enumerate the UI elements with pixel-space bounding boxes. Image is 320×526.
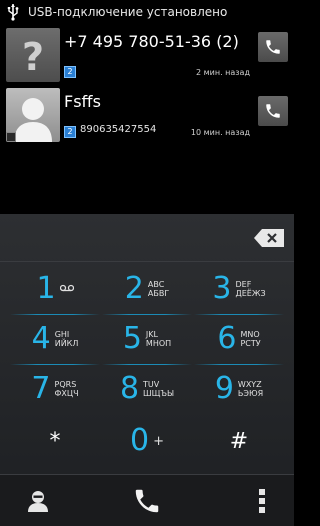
dial-key-7[interactable]: 7 PQRS ФХЦЧ <box>10 366 100 412</box>
overflow-menu-icon <box>259 489 265 513</box>
call-log-entry[interactable]: Fsffs 2 890635427554 10 мин. назад <box>0 88 294 150</box>
contacts-icon <box>28 491 48 512</box>
dial-key-8[interactable]: 8 TUV ШЩЪЫ <box>102 366 192 412</box>
call-back-button[interactable] <box>258 96 288 126</box>
dial-key-2[interactable]: 2 ABC АБВГ <box>102 266 192 312</box>
sim-icon: 2 <box>64 66 76 78</box>
svg-text:?: ? <box>22 35 44 79</box>
dial-key-5[interactable]: 5 JKL МНОП <box>102 316 192 362</box>
dial-key-0[interactable]: 0 + <box>102 418 192 464</box>
caller-number: 890635427554 <box>80 124 157 135</box>
dial-key-6[interactable]: 6 MNO РСТУ <box>194 316 284 362</box>
phone-icon <box>135 489 159 513</box>
digits-field[interactable] <box>0 214 294 262</box>
contacts-button[interactable] <box>10 483 66 519</box>
overflow-menu-button[interactable] <box>240 483 284 519</box>
dial-key-3[interactable]: 3 DEF ДЕЁЖЗ <box>194 266 284 312</box>
key-divider <box>10 364 100 365</box>
caller-name: +7 495 780-51-36 (2) <box>64 32 239 51</box>
backspace-button[interactable] <box>254 229 284 247</box>
dial-key-1[interactable]: 1 <box>10 266 100 312</box>
call-time: 2 мин. назад <box>195 68 250 77</box>
voicemail-icon <box>59 284 74 294</box>
contact-icon[interactable] <box>6 88 60 142</box>
dial-key-hash[interactable]: # <box>194 418 284 464</box>
phone-icon <box>266 40 280 54</box>
key-divider <box>194 314 284 315</box>
call-log-entry[interactable]: ? +7 495 780-51-36 (2) 2 2 мин. назад <box>0 28 294 90</box>
dial-key-4[interactable]: 4 GHI ИЙКЛ <box>10 316 100 362</box>
contact-badge-icon <box>6 132 16 142</box>
dial-key-9[interactable]: 9 WXYZ ЬЭЮЯ <box>194 366 284 412</box>
dialer-action-bar <box>0 474 294 526</box>
status-bar: USB-подключение установлено <box>0 0 294 24</box>
call-log-list: ? +7 495 780-51-36 (2) 2 2 мин. назад Fs… <box>0 24 294 214</box>
dial-key-star[interactable]: * <box>10 418 100 464</box>
key-divider <box>194 364 284 365</box>
key-divider <box>10 314 100 315</box>
usb-icon <box>6 3 22 21</box>
call-back-button[interactable] <box>258 32 288 62</box>
call-time: 10 мин. назад <box>190 128 250 137</box>
phone-icon <box>266 104 280 118</box>
caller-name: Fsffs <box>64 92 101 111</box>
sim-icon: 2 <box>64 126 76 138</box>
key-divider <box>102 364 192 365</box>
key-divider <box>102 314 192 315</box>
unknown-contact-icon[interactable]: ? <box>6 28 60 82</box>
backspace-icon <box>254 229 284 247</box>
call-button[interactable] <box>119 483 175 519</box>
usb-notification-text: USB-подключение установлено <box>28 5 228 19</box>
